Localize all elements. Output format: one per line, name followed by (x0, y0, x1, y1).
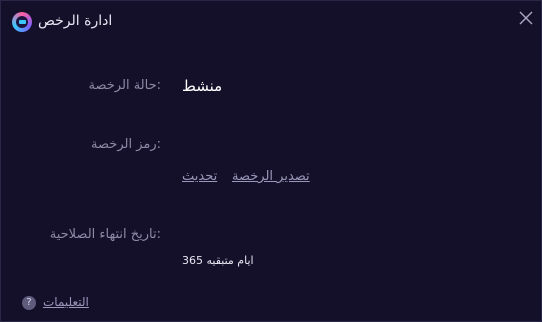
app-logo-icon (12, 12, 32, 32)
help-link[interactable]: التعليمات (43, 294, 89, 311)
license-code-label: :رمز الرخصة (91, 137, 161, 152)
close-icon (519, 11, 533, 25)
title-bar: ادارة الرخص (1, 1, 541, 41)
license-status-label: :حالة الرخصة (88, 78, 161, 93)
close-button[interactable] (516, 8, 536, 28)
help-icon[interactable]: ? (22, 296, 36, 310)
license-status-value: منشط (182, 77, 223, 95)
expiry-date-label: :تاريخ انتهاء الصلاحية (49, 227, 161, 242)
license-management-dialog: ادارة الرخص :حالة الرخصة منشط :رمز الرخص… (0, 0, 542, 322)
days-remaining-value: ايام متبقيه 365 (182, 254, 254, 267)
refresh-link[interactable]: تحديث (182, 168, 217, 186)
export-license-link[interactable]: تصدير الرخصة (232, 168, 310, 186)
window-title: ادارة الرخص (38, 13, 113, 29)
